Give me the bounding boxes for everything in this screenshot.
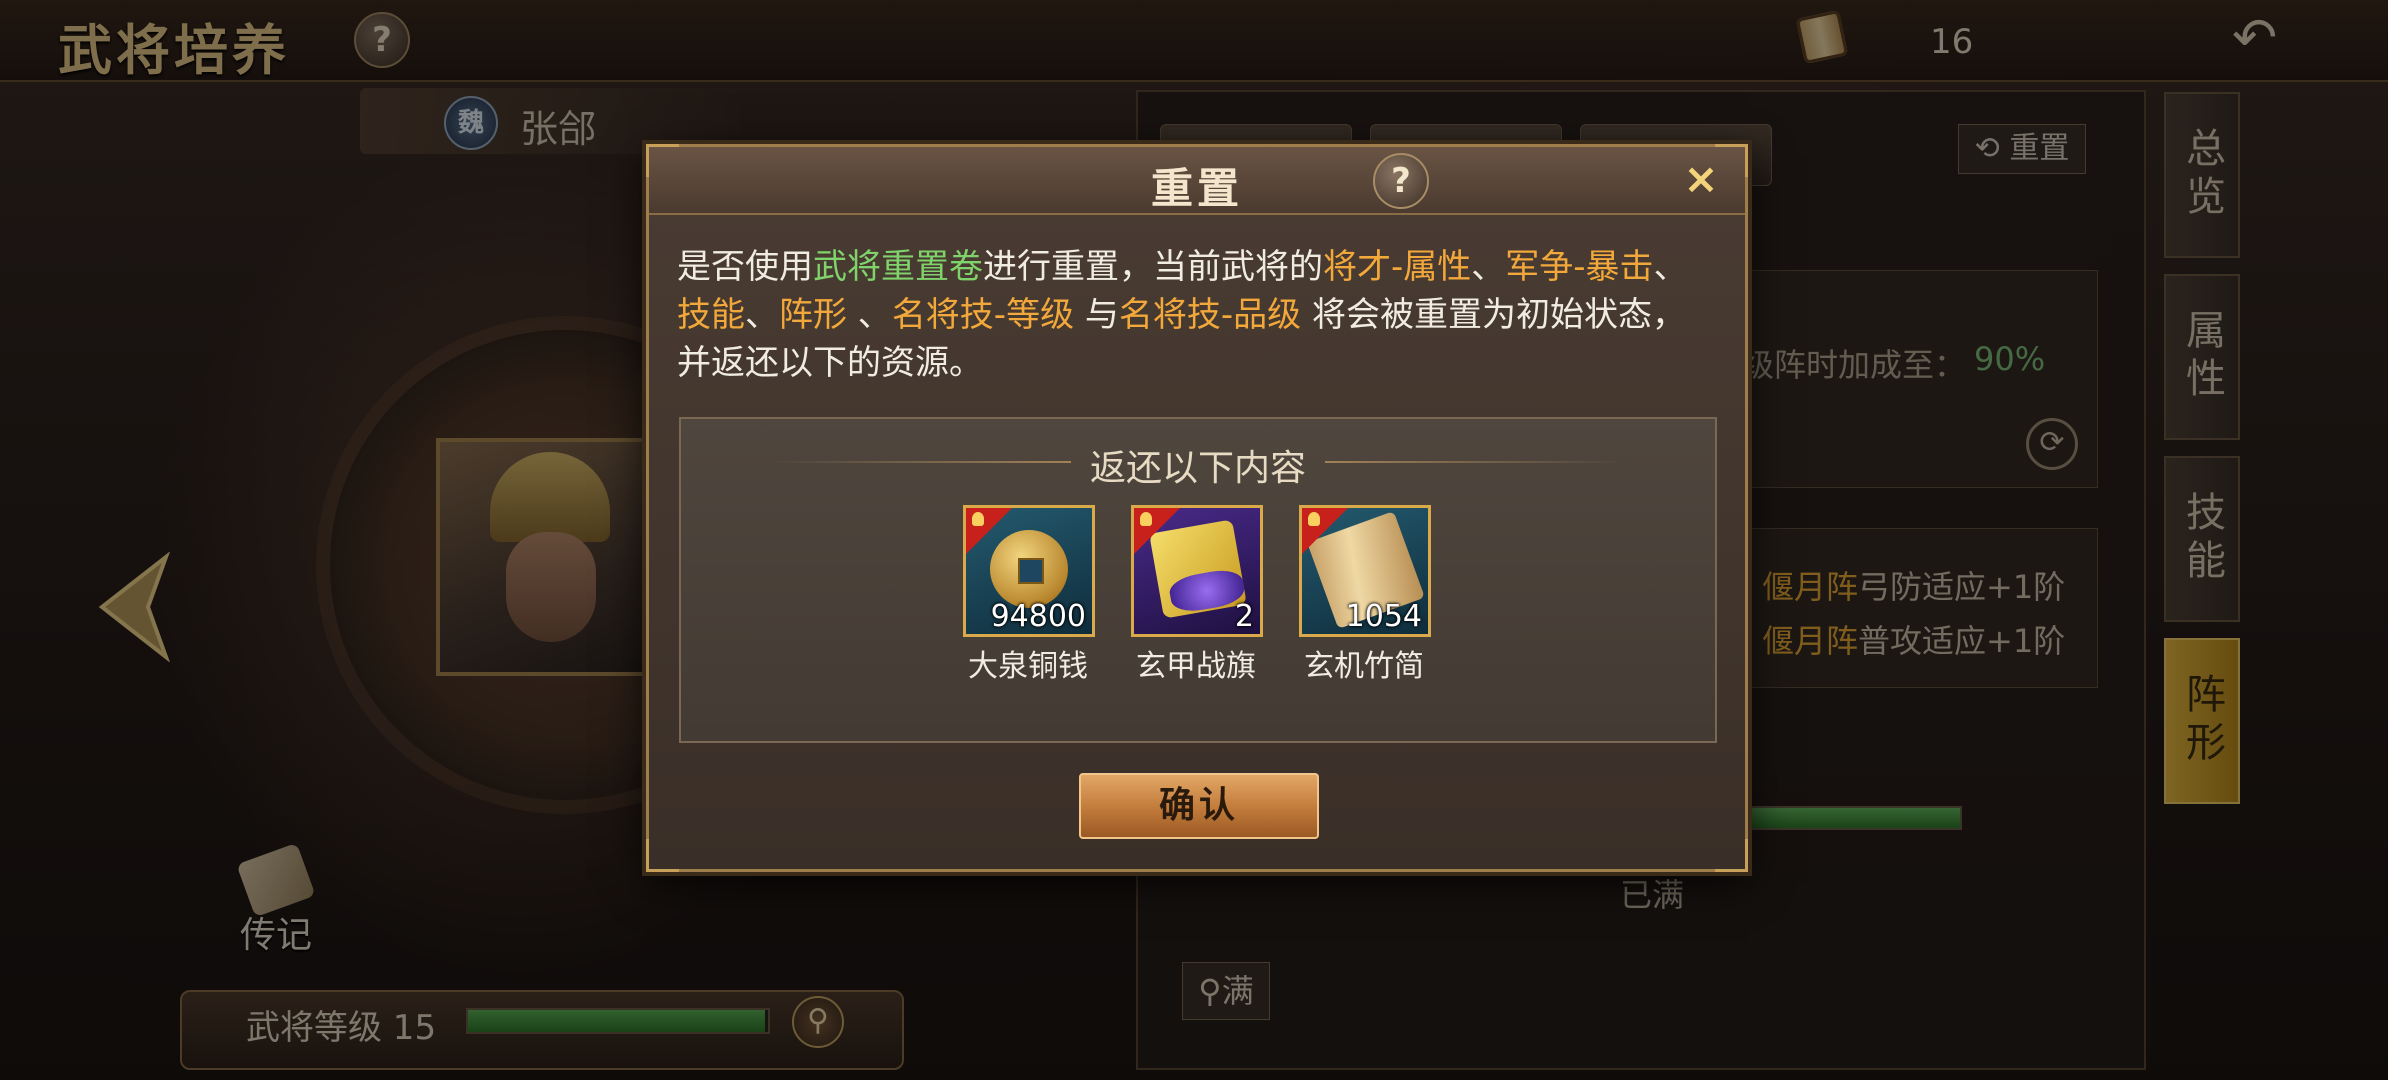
item-frame: 94800 [963, 505, 1095, 637]
reset-keyword: 名将技-等级 [891, 295, 1075, 335]
message-sep: 、 [1653, 247, 1688, 287]
item-frame: 2 [1131, 505, 1263, 637]
person-icon [972, 512, 984, 526]
reset-keyword: 军争-暴击 [1505, 247, 1654, 287]
person-icon [1140, 512, 1152, 526]
message-sep: 、 [847, 295, 892, 335]
returned-resources-title: 返还以下内容 [1089, 448, 1306, 489]
item-name: 玄机竹简 [1304, 649, 1424, 684]
reset-item-name: 武将重置卷 [813, 247, 983, 287]
item-name: 大泉铜钱 [968, 649, 1088, 684]
close-icon[interactable]: × [1679, 157, 1723, 201]
item-count: 1054 [1345, 599, 1422, 634]
item-frame: 1054 [1299, 505, 1431, 637]
dialog-message: 是否使用武将重置卷进行重置，当前武将的将才-属性、军争-暴击、技能、阵形 、名将… [677, 243, 1717, 387]
dialog-help-icon[interactable]: ? [1373, 153, 1429, 209]
dialog-header: 重置 ? × [649, 147, 1745, 215]
message-text: 是否使用 [677, 247, 813, 287]
reset-keyword: 将才-属性 [1323, 247, 1472, 287]
item-count: 94800 [990, 599, 1086, 634]
reward-item[interactable]: 94800 大泉铜钱 [963, 505, 1095, 685]
returned-resources-box: 返还以下内容 94800 大泉铜钱 2 玄甲战旗 1054 玄机竹简 [679, 417, 1717, 743]
message-sep: 、 [1471, 247, 1506, 287]
message-sep: 、 [745, 295, 779, 335]
item-count: 2 [1234, 599, 1254, 634]
reset-keyword: 阵形 [779, 295, 847, 335]
dialog-corner [1715, 839, 1748, 872]
person-icon [1308, 512, 1320, 526]
message-sep: 与 [1074, 295, 1119, 335]
reset-dialog: 重置 ? × 是否使用武将重置卷进行重置，当前武将的将才-属性、军争-暴击、技能… [646, 144, 1748, 872]
dialog-corner [646, 839, 679, 872]
confirm-button[interactable]: 确认 [1079, 773, 1319, 839]
message-text: 进行重置，当前武将的 [983, 247, 1323, 287]
item-name: 玄甲战旗 [1136, 649, 1256, 684]
reward-item[interactable]: 1054 玄机竹简 [1299, 505, 1431, 685]
dialog-title: 重置 [1150, 164, 1243, 213]
reset-keyword: 名将技-品级 [1118, 295, 1302, 335]
reward-item[interactable]: 2 玄甲战旗 [1131, 505, 1263, 685]
reset-keyword: 技能 [677, 295, 745, 335]
